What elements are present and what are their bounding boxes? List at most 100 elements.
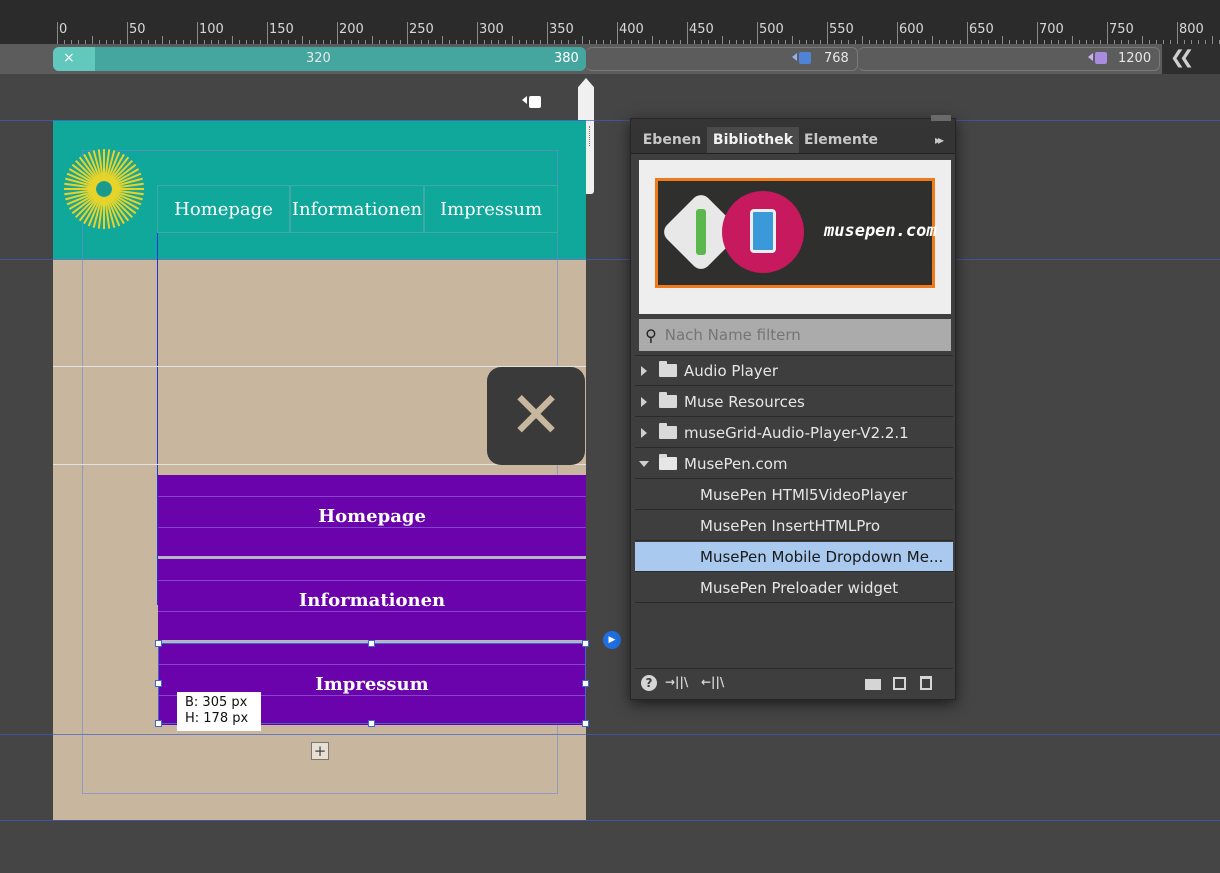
- size-width: B: 305 px: [185, 695, 248, 710]
- library-item-inserthtmlpro[interactable]: MusePen InsertHTMLPro: [635, 511, 953, 541]
- search-field[interactable]: ⚲: [639, 319, 951, 351]
- breakpoint-value-1200: 1200: [1118, 51, 1152, 66]
- ruler-minor-tick: [162, 36, 163, 44]
- mobile-menu-homepage[interactable]: Homepage: [158, 475, 586, 557]
- widget-options-icon[interactable]: ▶: [603, 631, 621, 649]
- panel-top-bar[interactable]: [631, 119, 955, 127]
- collapse-chevrons-icon[interactable]: ❮❮: [1170, 47, 1194, 68]
- divider: [635, 668, 953, 669]
- breakpoint-range-768[interactable]: [586, 47, 858, 71]
- panel-menu-icon[interactable]: ▸▸: [925, 127, 951, 153]
- sunburst-logo-icon[interactable]: [60, 148, 148, 236]
- close-breakpoint-icon[interactable]: ×: [63, 50, 75, 66]
- ruler-label: 700: [1039, 22, 1064, 37]
- arrow-left-icon: [1088, 53, 1093, 61]
- ruler-label: 100: [199, 22, 224, 37]
- collapse-arrow-icon[interactable]: [639, 460, 649, 467]
- folder-musegrid-audio-player[interactable]: museGrid-Audio-Player-V2.2.1: [635, 418, 953, 448]
- panel-grip-icon[interactable]: [931, 115, 951, 121]
- breakpoint-value-380: 380: [554, 51, 579, 66]
- ruler-major-tick: [477, 22, 478, 44]
- expand-arrow-icon[interactable]: [641, 396, 647, 407]
- resize-handle[interactable]: [155, 640, 162, 647]
- guide-line: [82, 793, 558, 794]
- ruler-major-tick: [407, 22, 408, 44]
- library-panel: Ebenen Bibliothek Elemente ▸▸ musepen.co…: [630, 115, 956, 700]
- ruler-minor-tick: [932, 36, 933, 44]
- help-icon[interactable]: ?: [641, 675, 657, 691]
- tab-elemente[interactable]: Elemente: [799, 127, 883, 153]
- resize-handle[interactable]: [368, 720, 375, 727]
- library-item-html5videoplayer[interactable]: MusePen HTMl5VideoPlayer: [635, 480, 953, 510]
- guide-line: [0, 734, 1220, 735]
- nav-impressum[interactable]: Impressum: [424, 185, 558, 233]
- ruler-label: 150: [269, 22, 294, 37]
- ruler-label: 650: [969, 22, 994, 37]
- resize-handle[interactable]: [582, 720, 589, 727]
- folder-icon: [659, 361, 677, 377]
- import-library-icon[interactable]: →||\: [665, 675, 688, 689]
- library-item-mobile-dropdown[interactable]: MusePen Mobile Dropdown Me...: [635, 542, 953, 572]
- add-icon[interactable]: +: [311, 742, 329, 760]
- guide-line: [158, 527, 586, 528]
- ruler-label: 800: [1179, 22, 1204, 37]
- size-tooltip: B: 305 px H: 178 px: [177, 692, 261, 731]
- close-menu-icon[interactable]: ✕: [487, 367, 585, 465]
- folder-label: Audio Player: [684, 361, 779, 380]
- breakpoint-marker-icon[interactable]: [529, 96, 541, 108]
- ruler-minor-tick: [372, 36, 373, 44]
- ruler-label: 300: [479, 22, 504, 37]
- ruler-minor-tick: [442, 36, 443, 44]
- tab-bibliothek[interactable]: Bibliothek: [707, 127, 799, 153]
- trash-icon[interactable]: [920, 676, 932, 690]
- resize-handle[interactable]: [368, 640, 375, 647]
- new-item-icon[interactable]: [893, 677, 906, 690]
- guide-line: [82, 150, 558, 151]
- pen-icon: [696, 209, 706, 255]
- ruler-label: 0: [59, 22, 68, 37]
- breakpoint-marker-768-icon[interactable]: [799, 52, 811, 64]
- guide-line: [158, 496, 586, 497]
- mobile-menu-informationen[interactable]: Informationen: [158, 559, 586, 641]
- ruler-label: 400: [619, 22, 644, 37]
- ruler-major-tick: [757, 22, 758, 44]
- ruler-label: 750: [1109, 22, 1134, 37]
- library-item-preloader-widget[interactable]: MusePen Preloader widget: [635, 573, 953, 603]
- arrow-left-icon: [522, 96, 527, 104]
- resize-handle[interactable]: [155, 680, 162, 687]
- ruler-minor-tick: [1142, 36, 1143, 44]
- tab-ebenen[interactable]: Ebenen: [637, 127, 707, 153]
- folder-muse-resources[interactable]: Muse Resources: [635, 387, 953, 417]
- ruler-major-tick: [197, 22, 198, 44]
- breakpoint-range-1200[interactable]: [858, 47, 1160, 71]
- ruler-major-tick: [337, 22, 338, 44]
- ruler-minor-tick: [1212, 36, 1213, 44]
- ruler-minor-tick: [1002, 36, 1003, 44]
- horizontal-ruler[interactable]: 0 50 100 150 200 250 300 350 400 450 500 550 600 650 7…: [0, 0, 1220, 44]
- nav-informationen[interactable]: Informationen: [290, 185, 424, 233]
- ruler-major-tick: [547, 22, 548, 44]
- ruler-label: 200: [339, 22, 364, 37]
- ruler-label: 500: [759, 22, 784, 37]
- phone-icon: [750, 209, 776, 253]
- resize-handle[interactable]: [155, 720, 162, 727]
- ruler-major-tick: [1177, 22, 1178, 44]
- nav-homepage[interactable]: Homepage: [157, 185, 290, 233]
- folder-audio-player[interactable]: Audio Player: [635, 356, 953, 386]
- resize-handle[interactable]: [582, 640, 589, 647]
- resize-handle[interactable]: [582, 680, 589, 687]
- ruler-major-tick: [827, 22, 828, 44]
- search-input[interactable]: [662, 325, 937, 345]
- ruler-major-tick: [1037, 22, 1038, 44]
- folder-label: MusePen.com: [684, 454, 788, 473]
- export-library-icon[interactable]: ←||\: [701, 675, 724, 689]
- breakpoint-marker-1200-icon[interactable]: [1095, 52, 1107, 64]
- ruler-minor-tick: [722, 36, 723, 44]
- expand-arrow-icon[interactable]: [641, 427, 647, 438]
- folder-musepen-com[interactable]: MusePen.com: [635, 449, 953, 479]
- expand-arrow-icon[interactable]: [641, 365, 647, 376]
- breakpoint-bar[interactable]: × 320 380 768 1200 ❮❮: [0, 44, 1220, 108]
- new-folder-icon[interactable]: [865, 679, 881, 690]
- breakpoint-value-768: 768: [824, 51, 849, 66]
- ruler-label: 450: [689, 22, 714, 37]
